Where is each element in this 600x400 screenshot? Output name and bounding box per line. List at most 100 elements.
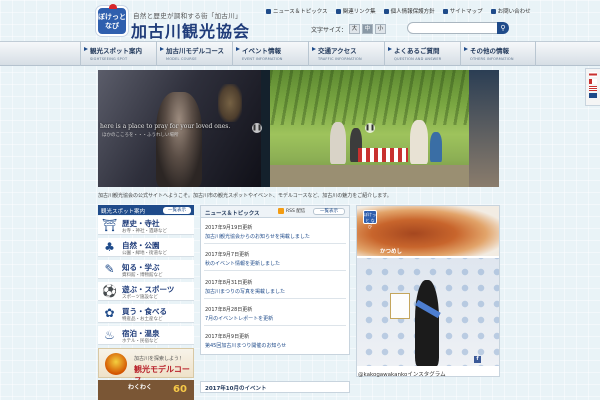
link-icon — [335, 8, 341, 14]
lantern-light — [218, 84, 242, 122]
vine-canopy — [270, 70, 469, 125]
lock-icon — [383, 8, 389, 14]
hot-spring-icon: ♨ — [104, 328, 115, 342]
font-size-small-button[interactable]: 小 — [374, 24, 386, 34]
news-headline[interactable]: 7月のイベントレポートを更新 — [205, 315, 345, 322]
flag-korea-icon[interactable] — [589, 93, 597, 98]
font-size-large-button[interactable]: 大 — [348, 24, 360, 34]
link-label: 個人情報保護方針 — [390, 9, 435, 15]
search-input[interactable] — [407, 22, 498, 34]
food-photo[interactable] — [357, 206, 499, 256]
food-icon: ✿ — [104, 306, 115, 320]
sidebar-item-sublabel: スポーツ施設など — [122, 295, 158, 300]
logo-badge-text: ぼけっと なび — [98, 13, 126, 30]
link-label: 関連リンク集 — [342, 9, 376, 15]
divider — [204, 325, 346, 326]
sports-icon: ⚽ — [102, 284, 117, 298]
nav-sublabel: TRAFFIC INFORMATION — [318, 57, 362, 61]
news-item[interactable]: 2017年9月7日更新 秋のイベント情報を更新しました — [205, 251, 345, 267]
pocket-navi-badge: ぼけっと なび — [363, 210, 377, 229]
instagram-caption[interactable]: @kakogawakankoインスタグラム — [358, 370, 446, 378]
sidebar-item-sublabel: 公園・緑地・街道など — [122, 251, 167, 256]
arrow-icon — [464, 47, 468, 51]
arrow-icon — [312, 47, 316, 51]
nav-sightseeing[interactable]: 観光スポット案内 SIGHTSEEING SPOT — [80, 41, 156, 66]
nav-sublabel: OTHERS INFORMATION — [470, 57, 514, 61]
nav-label: 加古川モデルコース — [166, 47, 225, 55]
nav-others[interactable]: その他の情報 OTHERS INFORMATION — [460, 41, 536, 66]
arrow-icon — [388, 47, 392, 51]
banner-walk-number: 60 — [173, 384, 187, 395]
news-item[interactable]: 2017年8月31日更新 加古川まつりの写真を掲載しました — [205, 279, 345, 295]
nav-label: 交通アクセス — [318, 47, 357, 55]
news-icon — [266, 8, 271, 14]
flag-usa-icon[interactable] — [589, 86, 597, 91]
font-size-label: 文字サイズ： — [311, 26, 347, 34]
model-course-banner[interactable]: 加古川を探索しよう！ 観光モデルコース — [98, 348, 194, 385]
news-headline[interactable]: 秋のイベント情報を更新しました — [205, 260, 345, 267]
picnic-table — [358, 148, 408, 162]
link-label: お問い合わせ — [497, 9, 531, 15]
event-section-title[interactable]: 2017年10月のイベント — [200, 381, 350, 393]
rss-icon — [278, 208, 284, 214]
news-headline[interactable]: 第45回加古川まつり開催のお知らせ — [205, 342, 345, 349]
font-size-medium-button[interactable]: 中 — [361, 24, 373, 34]
header-links: ニュース＆トピックス 関連リンク集 個人情報保護方針 サイトマップ お問い合わせ — [266, 7, 531, 15]
link-privacy[interactable]: 個人情報保護方針 — [383, 7, 435, 15]
link-news-topics[interactable]: ニュース＆トピックス — [266, 7, 328, 15]
sidebar-item-nature[interactable]: ♣ 自然・公園 公園・緑地・街道など — [98, 238, 194, 257]
ambassador-photo[interactable] — [357, 258, 499, 366]
sidebar-more-button[interactable]: 一覧表示 — [163, 207, 191, 214]
sidebar-item-sports[interactable]: ⚽ 遊ぶ・スポーツ スポーツ施設など — [98, 282, 194, 301]
link-contact[interactable]: お問い合わせ — [490, 7, 531, 15]
rss-link[interactable]: RSS 配信 — [278, 208, 305, 214]
flag-china-icon[interactable] — [589, 79, 597, 84]
font-size-switcher: 文字サイズ： 大 中 小 — [311, 24, 386, 34]
divider — [204, 298, 346, 299]
news-item[interactable]: 2017年8月9日更新 第45回加古川まつり開催のお知らせ — [205, 333, 345, 349]
sidebar-item-history[interactable]: ⛩ 歴史・寺社 お寺・神社・遺跡など — [98, 216, 194, 235]
sidebar-item-shopping[interactable]: ✿ 買う・食べる 特産品・お土産など — [98, 304, 194, 323]
nav-faq[interactable]: よくあるご質問 QUESTION AND ANSWER — [384, 41, 460, 66]
news-headline[interactable]: 加古川観光協会からのお知らせを掲載しました — [205, 233, 345, 240]
logo-badge[interactable]: ぼけっと なび — [96, 4, 128, 36]
news-item[interactable]: 2017年9月19日更新 加古川観光協会からのお知らせを掲載しました — [205, 224, 345, 240]
link-sitemap[interactable]: サイトマップ — [442, 7, 483, 15]
news-date: 2017年8月28日更新 — [205, 307, 253, 313]
slide-caption-en: here is a place to pray for your loved o… — [100, 123, 231, 130]
news-item[interactable]: 2017年8月28日更新 7月のイベントレポートを更新 — [205, 306, 345, 322]
nav-access[interactable]: 交通アクセス TRAFFIC INFORMATION — [308, 41, 384, 66]
nav-label: 観光スポット案内 — [90, 47, 142, 55]
banner-walk-text: わくわく — [128, 384, 153, 391]
person-1 — [330, 122, 346, 164]
shrine-icon: ⛩ — [102, 218, 118, 232]
person-3 — [410, 120, 428, 164]
ground — [270, 165, 469, 187]
divider — [204, 243, 346, 244]
sidebar-item-sublabel: ホテル・民宿など — [122, 339, 158, 344]
sidebar-item-lodging[interactable]: ♨ 宿泊・温泉 ホテル・民宿など — [98, 326, 194, 345]
nav-sublabel: MODEL COURSE — [166, 57, 197, 61]
sidebar-item-sublabel: 特産品・お土産など — [122, 317, 163, 322]
link-related[interactable]: 関連リンク集 — [335, 7, 376, 15]
walk-banner[interactable]: わくわく 60 — [98, 380, 194, 400]
logo-hat-icon — [109, 4, 117, 9]
slider-prev-button[interactable]: ❚❚ — [252, 123, 262, 133]
arrow-icon — [236, 47, 240, 51]
news-headline[interactable]: 加古川まつりの写真を掲載しました — [205, 288, 345, 295]
slide-next-preview[interactable] — [469, 70, 499, 187]
slider-pause-button[interactable]: ❚❚ — [365, 123, 375, 133]
nav-sublabel: SIGHTSEEING SPOT — [90, 57, 128, 61]
site-title[interactable]: 加古川観光協会 — [131, 18, 250, 42]
intro-text: 加古川観光協会の公式サイトへようこそ。加古川市の観光スポットやイベント、モデルコ… — [98, 193, 392, 199]
food-caption: かつめし — [380, 249, 403, 255]
nav-events[interactable]: イベント情報 EVENT INFORMATION — [232, 41, 308, 66]
facebook-icon[interactable]: f — [474, 356, 481, 363]
certificate — [390, 293, 410, 319]
sidebar-item-learn[interactable]: ✎ 知る・学ぶ 資料館・博物館など — [98, 260, 194, 279]
flag-japan-icon[interactable] — [589, 72, 597, 77]
news-more-button[interactable]: 一覧表示 — [313, 208, 345, 215]
nav-model-course[interactable]: 加古川モデルコース MODEL COURSE — [156, 41, 232, 66]
banner-line1: 加古川を探索しよう！ — [134, 356, 185, 362]
search-icon[interactable]: ⚲ — [497, 22, 509, 34]
